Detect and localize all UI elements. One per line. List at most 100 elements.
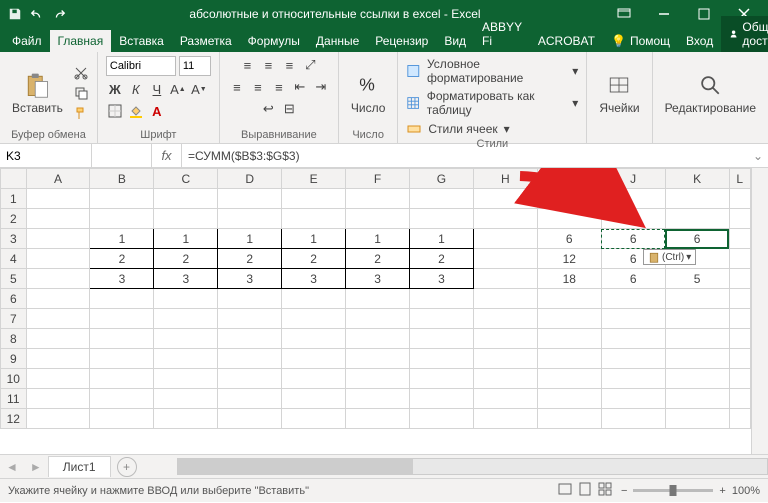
row-12[interactable]: 12 <box>1 409 27 429</box>
cells-button[interactable]: Ячейки <box>595 69 643 117</box>
cell-F5[interactable]: 3 <box>346 269 410 289</box>
editing-button[interactable]: Редактирование <box>661 69 760 117</box>
col-J[interactable]: J <box>601 169 665 189</box>
maximize-icon[interactable] <box>684 0 724 28</box>
row-6[interactable]: 6 <box>1 289 27 309</box>
row-10[interactable]: 10 <box>1 369 27 389</box>
zoom-slider[interactable] <box>633 489 713 492</box>
tab-formulas[interactable]: Формулы <box>240 30 308 52</box>
help-button[interactable]: 💡 Помощ <box>603 30 678 52</box>
sheet-nav-prev-icon[interactable]: ◄ <box>0 460 24 474</box>
col-H[interactable]: H <box>473 169 537 189</box>
cell-B4[interactable]: 2 <box>90 249 154 269</box>
col-D[interactable]: D <box>218 169 282 189</box>
col-B[interactable]: B <box>90 169 154 189</box>
align-top-icon[interactable]: ≡ <box>238 56 256 74</box>
increase-font-icon[interactable]: A▲ <box>169 80 187 98</box>
font-color-icon[interactable]: A <box>148 102 166 120</box>
zoom-in-button[interactable]: + <box>719 485 725 497</box>
tab-review[interactable]: Рецензир <box>367 30 436 52</box>
tab-data[interactable]: Данные <box>308 30 367 52</box>
paste-button[interactable]: Вставить <box>8 69 67 117</box>
col-E[interactable]: E <box>282 169 346 189</box>
align-right-icon[interactable]: ≡ <box>270 78 288 96</box>
sheet-tab-1[interactable]: Лист1 <box>48 456 111 477</box>
undo-icon[interactable] <box>30 7 44 21</box>
align-bottom-icon[interactable]: ≡ <box>280 56 298 74</box>
cell-G5[interactable]: 3 <box>410 269 474 289</box>
row-5[interactable]: 5 <box>1 269 27 289</box>
share-button[interactable]: Общий доступ <box>721 16 768 52</box>
vertical-scrollbar[interactable] <box>751 168 768 454</box>
cell-I4[interactable]: 12 <box>537 249 601 269</box>
sheet-nav-next-icon[interactable]: ► <box>24 460 48 474</box>
row-9[interactable]: 9 <box>1 349 27 369</box>
font-size-select[interactable] <box>179 56 211 76</box>
tab-abbyy[interactable]: ABBYY Fi <box>474 16 530 52</box>
col-G[interactable]: G <box>410 169 474 189</box>
cell-E5[interactable]: 3 <box>282 269 346 289</box>
formula-expand-icon[interactable]: ⌄ <box>748 149 768 163</box>
cell-G4[interactable]: 2 <box>410 249 474 269</box>
row-2[interactable]: 2 <box>1 209 27 229</box>
underline-button[interactable]: Ч <box>148 80 166 98</box>
copy-icon[interactable] <box>73 85 89 101</box>
tab-layout[interactable]: Разметка <box>172 30 240 52</box>
cell-J3[interactable]: 6 <box>601 229 665 249</box>
tab-home[interactable]: Главная <box>50 30 112 52</box>
tab-view[interactable]: Вид <box>436 30 474 52</box>
cell-C4[interactable]: 2 <box>154 249 218 269</box>
conditional-format-button[interactable]: Условное форматирование ▾ <box>406 56 578 86</box>
minimize-icon[interactable] <box>644 0 684 28</box>
paste-options-tag[interactable]: (Ctrl) ▾ <box>643 249 696 265</box>
cell-B3[interactable]: 1 <box>90 229 154 249</box>
cell-I5[interactable]: 18 <box>537 269 601 289</box>
cell-K3[interactable]: 6 <box>665 229 729 249</box>
grid[interactable]: A B C D E F G H I J K L 1 2 3 1 1 <box>0 168 751 429</box>
bold-button[interactable]: Ж <box>106 80 124 98</box>
cell-I3[interactable]: 6 <box>537 229 601 249</box>
decrease-font-icon[interactable]: A▼ <box>190 80 208 98</box>
col-F[interactable]: F <box>346 169 410 189</box>
row-7[interactable]: 7 <box>1 309 27 329</box>
align-left-icon[interactable]: ≡ <box>228 78 246 96</box>
row-4[interactable]: 4 <box>1 249 27 269</box>
tab-file[interactable]: Файл <box>4 30 50 52</box>
row-3[interactable]: 3 <box>1 229 27 249</box>
login-button[interactable]: Вход <box>678 30 721 52</box>
row-11[interactable]: 11 <box>1 389 27 409</box>
ribbon-options-icon[interactable] <box>604 0 644 28</box>
merge-icon[interactable]: ⊟ <box>280 100 298 118</box>
view-page-icon[interactable] <box>577 481 593 500</box>
cell-D3[interactable]: 1 <box>218 229 282 249</box>
format-painter-icon[interactable] <box>73 105 89 121</box>
zoom-level[interactable]: 100% <box>732 485 760 497</box>
cell-E3[interactable]: 1 <box>282 229 346 249</box>
cell-D5[interactable]: 3 <box>218 269 282 289</box>
row-8[interactable]: 8 <box>1 329 27 349</box>
cell-F3[interactable]: 1 <box>346 229 410 249</box>
align-center-icon[interactable]: ≡ <box>249 78 267 96</box>
name-box[interactable] <box>0 144 92 167</box>
cell-styles-button[interactable]: Стили ячеек ▾ <box>406 120 509 138</box>
fx-icon[interactable]: fx <box>152 144 182 167</box>
cell-C3[interactable]: 1 <box>154 229 218 249</box>
fill-color-icon[interactable] <box>127 102 145 120</box>
view-normal-icon[interactable] <box>557 481 573 500</box>
col-I[interactable]: I <box>537 169 601 189</box>
tab-insert[interactable]: Вставка <box>111 30 172 52</box>
cell-E4[interactable]: 2 <box>282 249 346 269</box>
formula-input[interactable]: =СУММ($B$3:$G$3) <box>182 147 748 165</box>
col-K[interactable]: K <box>665 169 729 189</box>
align-middle-icon[interactable]: ≡ <box>259 56 277 74</box>
cell-F4[interactable]: 2 <box>346 249 410 269</box>
redo-icon[interactable] <box>52 7 66 21</box>
add-sheet-button[interactable]: + <box>117 457 137 477</box>
cell-G3[interactable]: 1 <box>410 229 474 249</box>
borders-icon[interactable] <box>106 102 124 120</box>
format-as-table-button[interactable]: Форматировать как таблицу ▾ <box>406 88 578 118</box>
font-name-select[interactable] <box>106 56 176 76</box>
cell-B5[interactable]: 3 <box>90 269 154 289</box>
cell-J5[interactable]: 6 <box>601 269 665 289</box>
italic-button[interactable]: К <box>127 80 145 98</box>
